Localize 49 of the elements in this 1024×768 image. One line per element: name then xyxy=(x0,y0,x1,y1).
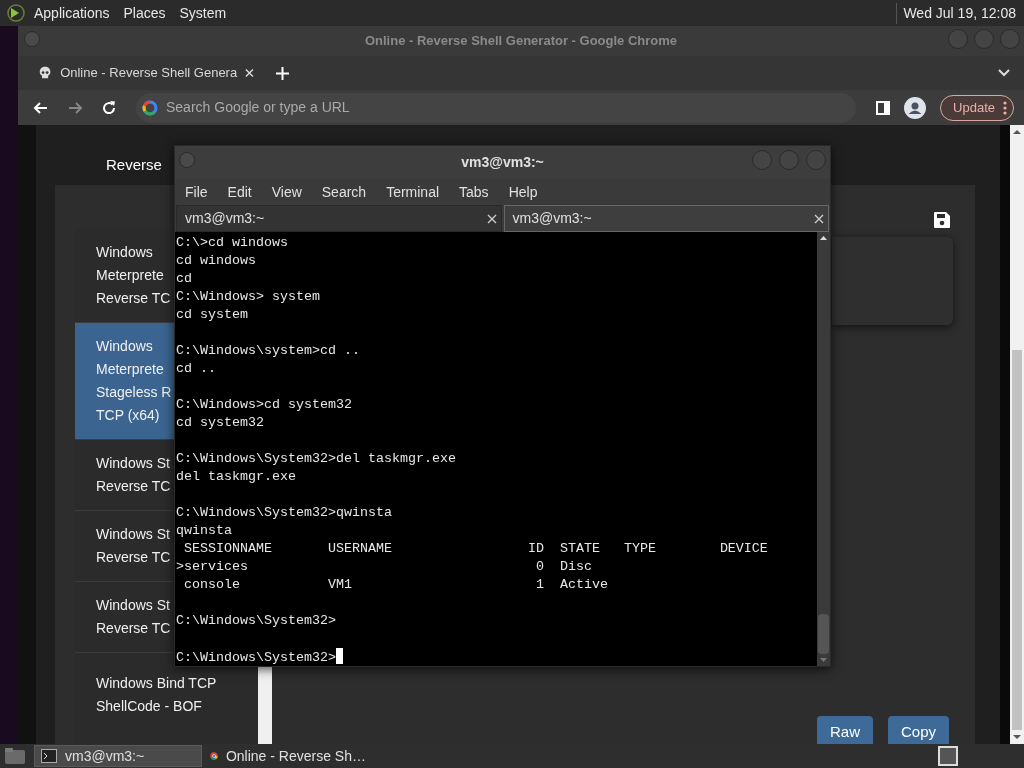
window-title: vm3@vm3:~ xyxy=(461,153,544,172)
logo-icon[interactable] xyxy=(6,3,26,23)
taskbar-button[interactable]: Online - Reverse Sh… xyxy=(204,745,372,767)
scrollbar-thumb[interactable] xyxy=(818,614,829,654)
menu-item[interactable]: View xyxy=(271,181,302,203)
show-desktop-icon[interactable] xyxy=(4,747,26,765)
address-bar[interactable]: Search Google or type a URL xyxy=(136,92,857,123)
action-button[interactable]: Copy xyxy=(887,716,949,744)
terminal-output: C:\>cd windows cd windows cd C:\Windows> system cd system C:\Windows\system>cd .. cd .. C:\Windows>cd system32 cd system32 C:\Windows\System32>del taskmgr.exe del taskmgr.exe C:\Windows\System32>qwinsta qwinsta SESSIONNAME USERNAME ID STATE TYPE DEVICE >services 0 Disc console VM1 1 Active C:\Windows\System32> C:\Windows\System32> xyxy=(176,234,768,666)
menu-item[interactable]: Help xyxy=(508,181,538,203)
address-field[interactable]: Search Google or type a URL xyxy=(166,97,466,118)
new-tab-icon[interactable] xyxy=(276,66,289,80)
skull-icon xyxy=(38,65,53,81)
task-label: Online - Reverse Sh… xyxy=(225,746,366,766)
reload-icon[interactable] xyxy=(100,98,118,117)
payload-item[interactable]: Windows Meterprete Stageless R TCP (x64) xyxy=(75,323,174,440)
panel-menu[interactable]: Places xyxy=(123,2,166,24)
menu-item[interactable]: Search xyxy=(321,181,367,203)
close-icon[interactable] xyxy=(486,213,497,224)
chevron-down-icon[interactable] xyxy=(998,69,1010,77)
menu-item[interactable]: Tabs xyxy=(459,181,489,203)
close-icon[interactable] xyxy=(245,68,254,78)
update-button[interactable]: Update xyxy=(940,94,1014,121)
list-scrollbar[interactable] xyxy=(258,667,272,744)
terminal-tab[interactable]: vm3@vm3:~ xyxy=(503,205,829,232)
clock[interactable]: Wed Jul 19, 12:08 xyxy=(896,2,1016,24)
panel-menu[interactable]: Applications xyxy=(34,2,110,24)
avatar-icon[interactable] xyxy=(904,96,927,119)
close-icon[interactable] xyxy=(814,213,824,224)
side-panel-icon[interactable] xyxy=(876,100,891,115)
menu-item[interactable]: File xyxy=(185,181,208,203)
taskbar-button[interactable]: vm3@vm3:~ xyxy=(34,745,202,767)
task-label: vm3@vm3:~ xyxy=(65,746,145,766)
scrollbar-thumb[interactable] xyxy=(1012,350,1022,730)
save-icon[interactable] xyxy=(933,211,951,229)
more-icon xyxy=(1003,100,1007,115)
page-heading: Reverse xyxy=(106,154,162,175)
menu-item[interactable]: Edit xyxy=(227,181,252,203)
panel-menu[interactable]: System xyxy=(179,2,227,24)
menu-item[interactable]: Terminal xyxy=(386,181,440,203)
tab-title: Online - Reverse Shell Genera xyxy=(60,64,238,83)
google-icon xyxy=(142,99,158,116)
tab-title: vm3@vm3:~ xyxy=(185,209,266,228)
terminal-icon xyxy=(41,749,57,763)
terminal-tab[interactable]: vm3@vm3:~ xyxy=(176,205,502,232)
action-button[interactable]: Raw xyxy=(816,716,873,744)
window-title: Online - Reverse Shell Generator - Google Chrome xyxy=(364,32,678,51)
tab-title: vm3@vm3:~ xyxy=(512,209,593,228)
workspace-switcher[interactable] xyxy=(938,746,958,766)
